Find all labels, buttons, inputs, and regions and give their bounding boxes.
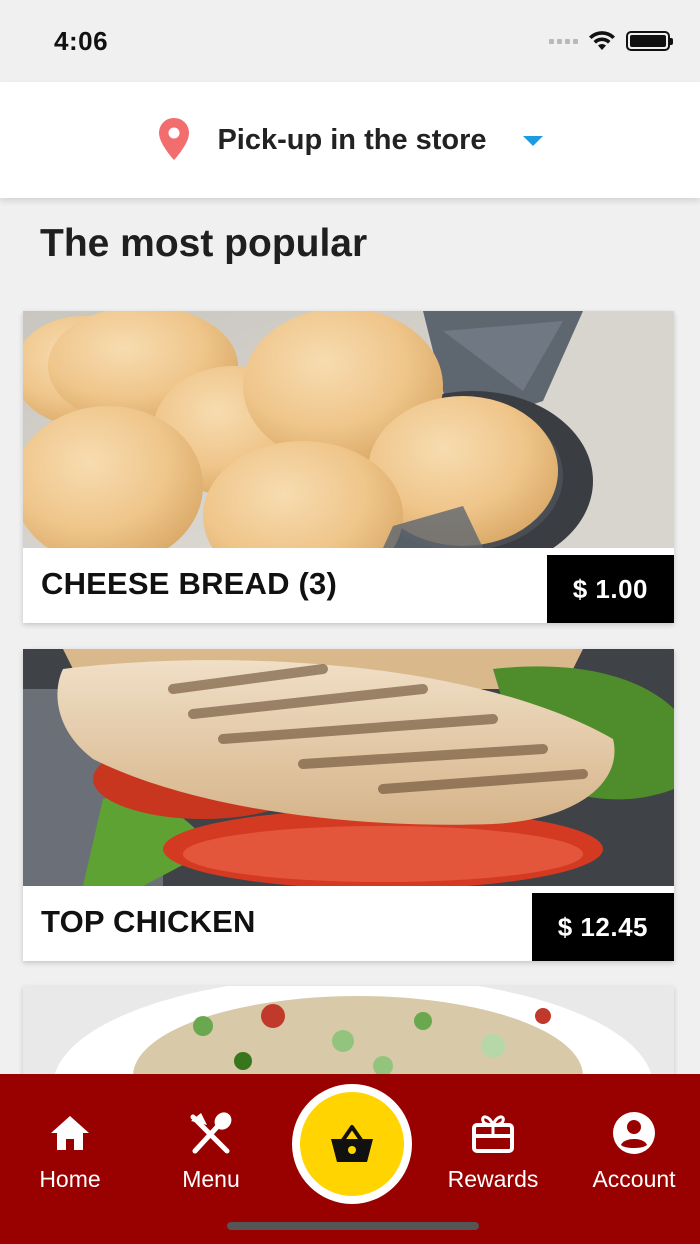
location-pin-icon [159, 118, 190, 160]
nav-menu[interactable]: Menu [151, 1110, 271, 1193]
utensils-icon [190, 1112, 232, 1154]
dropdown-caret-icon[interactable] [522, 136, 543, 146]
nav-account-label: Account [592, 1166, 676, 1192]
status-icons [549, 30, 673, 52]
battery-icon [626, 31, 673, 51]
status-bar: 4:06 [0, 0, 700, 82]
home-icon [51, 1116, 89, 1150]
price-tag: $ 12.45 [531, 893, 674, 961]
basket-icon [331, 1125, 373, 1162]
nav-home[interactable]: Home [10, 1110, 130, 1193]
wifi-icon [589, 31, 615, 50]
product-card-cheese-bread[interactable]: $ 1.00 CHEESE BREAD (3) [23, 311, 674, 623]
basket-button[interactable] [292, 1084, 412, 1204]
product-card-top-chicken[interactable]: $ 12.45 TOP CHICKEN [23, 649, 674, 961]
product-name: TOP CHICKEN [41, 904, 256, 939]
product-name: CHEESE BREAD (3) [41, 566, 338, 601]
gift-icon [472, 1115, 514, 1153]
section-title: The most popular [40, 222, 368, 265]
account-icon [613, 1112, 655, 1154]
price-tag: $ 1.00 [546, 555, 674, 623]
pickup-label: Pick-up in the store [217, 123, 487, 156]
nav-menu-label: Menu [182, 1166, 240, 1192]
bottom-navigation: Home Menu Rewards Account [0, 1074, 700, 1244]
nav-rewards-label: Rewards [447, 1166, 539, 1192]
nav-home-label: Home [39, 1166, 101, 1192]
status-time: 4:06 [54, 26, 109, 56]
home-indicator [227, 1222, 479, 1230]
product-image-cheese-bread [23, 311, 674, 548]
nav-rewards[interactable]: Rewards [433, 1110, 553, 1193]
pickup-selector[interactable]: Pick-up in the store [0, 82, 700, 198]
product-image-top-chicken [23, 649, 674, 886]
nav-account[interactable]: Account [574, 1110, 694, 1193]
cellular-signal-icon [549, 38, 578, 44]
